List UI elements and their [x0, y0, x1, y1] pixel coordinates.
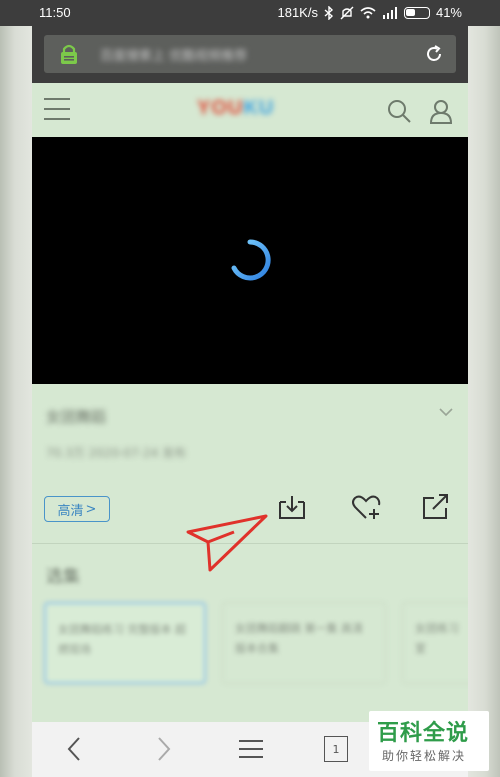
quality-button[interactable]: 高清 >: [44, 496, 110, 522]
quality-label: 高清: [57, 503, 84, 519]
address-bar[interactable]: 百度搜索上 优酷视频推荐: [44, 35, 456, 73]
mute-icon: [340, 6, 354, 19]
signal-icon: [382, 6, 397, 19]
download-icon[interactable]: [276, 492, 308, 522]
status-time: 11:50: [39, 5, 71, 20]
menu-icon[interactable]: [44, 98, 70, 120]
lock-icon: [61, 44, 77, 64]
browser-toolbar: 百度搜索上 优酷视频推荐: [32, 26, 468, 83]
status-bar: 11:50 181K/s 41%: [0, 0, 500, 26]
watermark-logo: 百科全说 助你轻松解决: [369, 711, 489, 771]
episode-card[interactable]: 女团舞蹈翻跳 第一集 高清版本合集: [222, 602, 386, 684]
episode-card[interactable]: 女团练习室: [402, 602, 468, 684]
tab-count: 1: [332, 742, 340, 756]
bluetooth-icon: [324, 5, 333, 20]
site-logo[interactable]: YOUKU: [197, 97, 274, 120]
video-info: 女团舞蹈 70.3万 2020-07-24 发布: [32, 384, 468, 484]
status-icons: 181K/s 41%: [277, 5, 462, 20]
back-icon[interactable]: [60, 734, 90, 764]
site-header: YOUKU: [32, 83, 468, 137]
user-icon[interactable]: [428, 98, 454, 124]
episode-card[interactable]: 女团舞蹈练习 完整版本 超燃现场: [44, 602, 206, 684]
video-player[interactable]: [32, 137, 468, 384]
watermark-title: 百科全说: [377, 721, 470, 746]
watermark-subtitle: 助你轻松解决: [382, 749, 467, 763]
forward-icon[interactable]: [148, 734, 178, 764]
action-row: 高清 >: [32, 484, 468, 572]
video-meta: 70.3万 2020-07-24 发布: [46, 446, 187, 460]
tabs-button[interactable]: 1: [324, 736, 348, 762]
battery-percent: 41%: [435, 5, 462, 20]
reload-icon[interactable]: [424, 44, 444, 64]
share-icon[interactable]: [420, 492, 452, 522]
menu-list-icon[interactable]: [236, 734, 266, 764]
url-text: 百度搜索上 优酷视频推荐: [100, 49, 248, 64]
wifi-icon: [360, 6, 376, 18]
network-speed: 181K/s: [277, 5, 318, 20]
battery-icon: [403, 6, 430, 19]
favorite-add-icon[interactable]: [350, 492, 382, 522]
search-icon[interactable]: [386, 98, 412, 124]
web-page: YOUKU 女团舞蹈 70.3万 2020-07-24 发布 高清 > 选集 女…: [32, 83, 468, 777]
cursor-arrow-annotation: [186, 514, 268, 572]
quality-chevron: >: [85, 501, 97, 517]
video-title: 女团舞蹈: [46, 408, 107, 426]
section-title: 选集: [46, 567, 80, 587]
loading-spinner-icon: [231, 239, 271, 281]
chevron-down-icon[interactable]: [438, 406, 454, 418]
